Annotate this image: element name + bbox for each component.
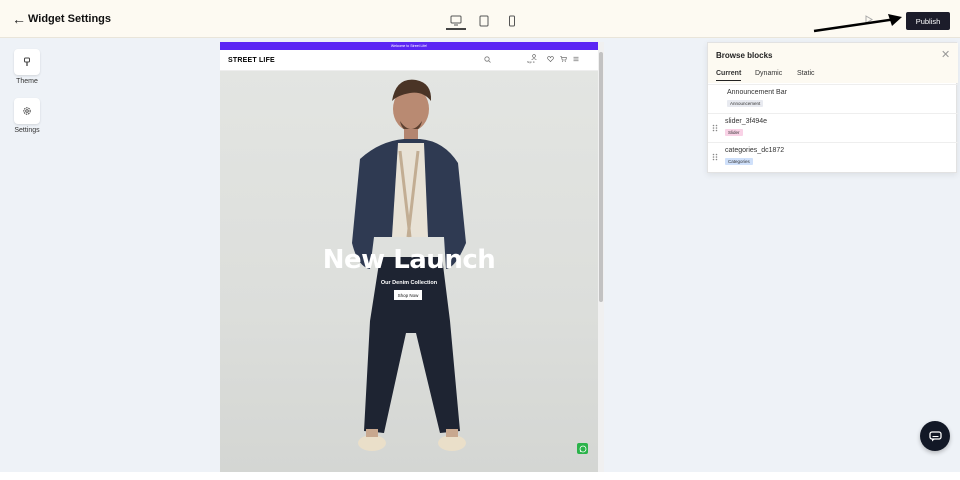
panel-header: Browse blocks ✕ Current Dynamic Static [708, 43, 958, 83]
block-name: Announcement Bar [727, 89, 787, 96]
annotation-arrow-icon [813, 14, 902, 33]
hero-title: New Launch [322, 245, 496, 275]
store-header: STREET LIFE Sign In [220, 50, 598, 71]
paint-brush-icon [24, 57, 30, 66]
cart-icon[interactable] [560, 56, 567, 62]
store-logo[interactable]: STREET LIFE [228, 57, 275, 64]
whatsapp-icon [579, 445, 586, 452]
block-name: categories_dc1872 [725, 147, 785, 154]
theme-label: Theme [16, 78, 38, 85]
tab-current[interactable]: Current [716, 70, 742, 81]
whatsapp-button[interactable] [577, 443, 588, 454]
search-icon[interactable] [484, 56, 491, 63]
bottom-strip [0, 472, 960, 480]
close-icon[interactable]: ✕ [941, 50, 950, 61]
block-badge: Announcement [727, 100, 764, 107]
tab-dynamic[interactable]: Dynamic [755, 70, 782, 80]
tablet-icon [479, 15, 489, 27]
scrollbar-thumb[interactable] [599, 52, 603, 302]
block-item-categories[interactable]: categories_dc1872 Categories [708, 142, 958, 171]
page-title: Widget Settings [28, 13, 112, 25]
arrow-left-icon[interactable]: ← [12, 12, 26, 26]
settings-button[interactable] [14, 98, 40, 124]
device-switcher [446, 12, 530, 30]
chat-icon [928, 430, 942, 441]
publish-button[interactable]: Publish [906, 12, 950, 30]
hero-slider[interactable]: New Launch Our Denim Collection Shop Now [220, 71, 598, 472]
preview-scrollbar[interactable] [598, 42, 604, 472]
shop-now-button[interactable]: Shop Now [394, 290, 422, 300]
tab-static[interactable]: Static [797, 70, 815, 80]
sign-in-label[interactable]: Sign In [527, 61, 535, 64]
mobile-view-button[interactable] [502, 12, 522, 30]
desktop-icon [450, 15, 462, 25]
browse-blocks-panel: Browse blocks ✕ Current Dynamic Static A… [707, 42, 958, 173]
block-badge: Slider [725, 129, 743, 136]
block-item-announcement[interactable]: Announcement Bar Announcement [708, 84, 958, 113]
drag-handle-icon[interactable] [712, 153, 718, 161]
chat-launcher-button[interactable] [920, 421, 950, 451]
announcement-bar[interactable]: Welcome to Street Life! [220, 42, 598, 50]
gear-icon [23, 107, 31, 115]
user-icon[interactable] [531, 54, 537, 60]
block-badge: Categories [725, 158, 753, 165]
store-preview: Welcome to Street Life! STREET LIFE Sign… [220, 42, 598, 472]
heart-icon[interactable] [547, 56, 554, 62]
mobile-icon [509, 15, 515, 27]
settings-label: Settings [14, 127, 40, 134]
menu-icon[interactable] [573, 56, 579, 62]
tablet-view-button[interactable] [474, 12, 494, 30]
block-item-slider[interactable]: slider_3f494e Slider [708, 113, 958, 142]
block-name: slider_3f494e [725, 118, 768, 125]
desktop-view-button[interactable] [446, 12, 466, 30]
drag-handle-icon[interactable] [712, 124, 718, 132]
hero-subtitle: Our Denim Collection [380, 280, 438, 286]
panel-title: Browse blocks [716, 51, 773, 60]
theme-button[interactable] [14, 49, 40, 75]
